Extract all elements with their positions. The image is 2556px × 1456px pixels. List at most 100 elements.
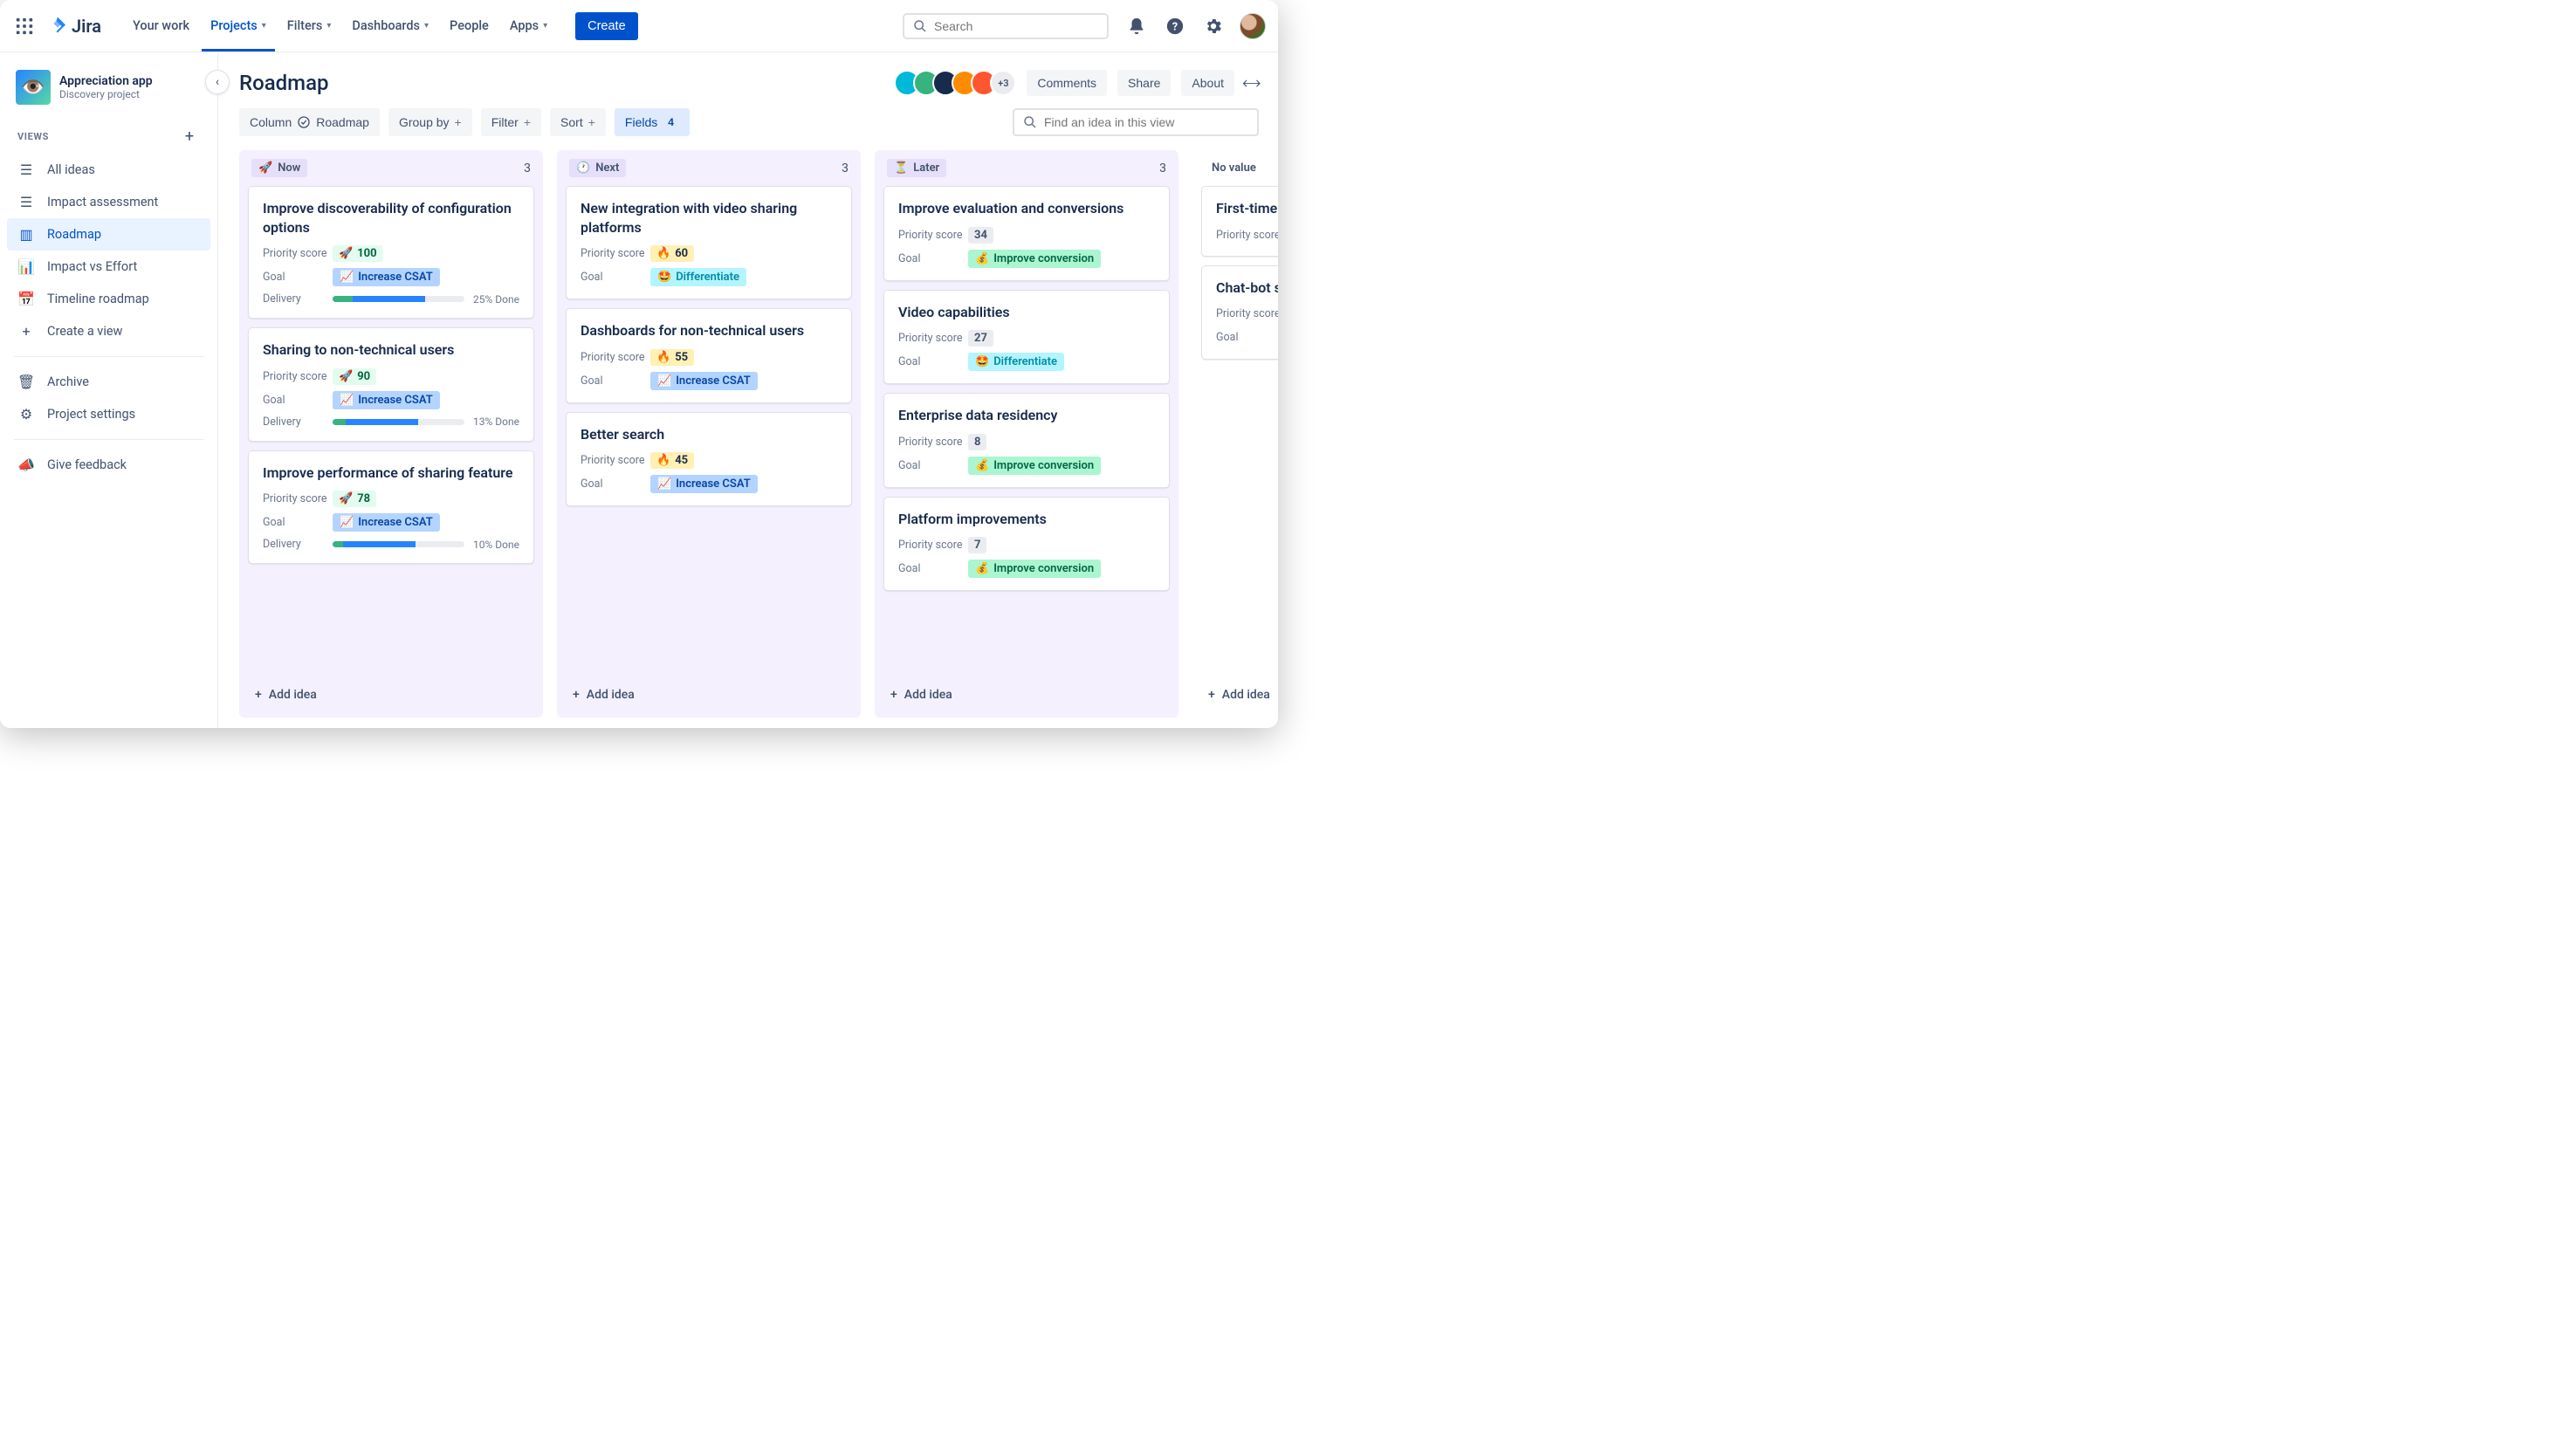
column-tag[interactable]: ⏳Later [887, 159, 946, 177]
goal-badge: 📈Increase CSAT [650, 372, 758, 390]
divider [14, 439, 203, 440]
nav-projects[interactable]: Projects▾ [202, 11, 275, 40]
sidebar: ‹ 👁️ Appreciation app Discovery project … [0, 52, 218, 728]
collaborator-avatars[interactable]: +3 [894, 70, 1016, 96]
app-switcher-icon[interactable] [12, 14, 37, 38]
brand-label: Jira [72, 16, 101, 37]
chevron-down-icon: ▾ [543, 21, 547, 31]
notifications-icon[interactable] [1124, 14, 1149, 38]
sidebar-collapse-button[interactable]: ‹ [205, 70, 230, 94]
goal-label: Goal [898, 252, 968, 265]
column-name: Next [595, 161, 619, 175]
goal-row: Goal📈Increase CSAT [581, 475, 837, 493]
sidebar-give-feedback[interactable]: 📣Give feedback [7, 449, 210, 481]
delivery-label: Delivery [263, 538, 333, 551]
column-tag[interactable]: No value [1205, 159, 1263, 177]
goal-badge: 📈Increase CSAT [333, 391, 440, 409]
user-avatar[interactable] [1240, 13, 1266, 39]
fields-button[interactable]: Fields4 [615, 108, 690, 136]
sidebar-item[interactable]: 📊Impact vs Effort [7, 251, 210, 283]
priority-row: Priority score7 [898, 537, 1155, 553]
share-button[interactable]: Share [1117, 70, 1171, 96]
priority-row: Priority score🚀90 [263, 368, 519, 385]
help-icon[interactable]: ? [1163, 14, 1187, 38]
sidebar-item[interactable]: ☰All ideas [7, 154, 210, 186]
goal-value: Increase CSAT [676, 374, 751, 388]
goal-badge: 🤩Differentiate [968, 353, 1064, 371]
idea-card[interactable]: Sharing to non-technical usersPriority s… [248, 327, 534, 442]
find-idea-search[interactable] [1013, 108, 1259, 136]
priority-label: Priority score [898, 539, 968, 552]
score-icon: 🔥 [656, 454, 670, 467]
goal-value: Increase CSAT [358, 394, 433, 407]
sidebar-archive[interactable]: 🗑Archive [7, 366, 210, 398]
comments-button[interactable]: Comments [1027, 70, 1107, 96]
nav-dashboards[interactable]: Dashboards▾ [343, 11, 437, 40]
goal-label: Goal [1216, 331, 1278, 344]
project-header[interactable]: 👁️ Appreciation app Discovery project [7, 70, 210, 122]
filter-button[interactable]: Filter+ [481, 108, 541, 136]
divider [14, 356, 203, 357]
idea-card[interactable]: Improve performance of sharing featurePr… [248, 450, 534, 565]
idea-card[interactable]: Video capabilitiesPriority score27Goal🤩D… [883, 290, 1170, 385]
nav-your-work[interactable]: Your work [124, 11, 198, 40]
idea-card[interactable]: New integration with video sharing platf… [566, 186, 852, 299]
add-idea-button[interactable]: +Add idea [557, 679, 861, 711]
add-idea-button[interactable]: +Add idea [239, 679, 543, 711]
create-button[interactable]: Create [575, 12, 638, 40]
jira-brand[interactable]: Jira [47, 16, 101, 37]
column-cards: Improve evaluation and conversionsPriori… [875, 179, 1178, 679]
column-tag[interactable]: 🚀Now [251, 159, 307, 177]
about-button[interactable]: About [1181, 70, 1234, 96]
find-idea-input[interactable] [1044, 115, 1248, 129]
column-tag[interactable]: 🕐Next [569, 159, 626, 177]
card-title: First-time ex [1216, 199, 1274, 218]
sort-button[interactable]: Sort+ [550, 108, 606, 136]
sidebar-item[interactable]: ☰Impact assessment [7, 186, 210, 218]
sidebar-project-settings[interactable]: ⚙Project settings [7, 398, 210, 430]
goal-row: Goal📈Increase CSAT [581, 372, 837, 390]
global-search[interactable] [903, 13, 1109, 39]
sidebar-item[interactable]: +Create a view [7, 315, 210, 347]
priority-score-badge: 🔥55 [650, 349, 694, 366]
settings-icon[interactable] [1201, 14, 1226, 38]
idea-card[interactable]: Improve evaluation and conversionsPriori… [883, 186, 1170, 281]
sidebar-item-label: Impact assessment [47, 195, 158, 209]
idea-card[interactable]: Improve discoverability of configuration… [248, 186, 534, 319]
score-icon: 🔥 [656, 351, 670, 364]
delivery-row: Delivery10% Done [263, 538, 519, 551]
plus-icon: + [890, 688, 897, 702]
search-input[interactable] [934, 19, 1098, 33]
more-collaborators[interactable]: +3 [990, 70, 1016, 96]
project-type: Discovery project [59, 88, 153, 100]
card-title: Platform improvements [898, 510, 1155, 529]
fullscreen-icon[interactable]: ⤢ [1240, 71, 1264, 95]
sidebar-item[interactable]: ▥Roadmap [7, 218, 210, 251]
add-idea-label: Add idea [587, 688, 635, 702]
idea-card[interactable]: Dashboards for non-technical usersPriori… [566, 308, 852, 403]
goal-label: Goal [581, 374, 650, 388]
sidebar-item[interactable]: 📅Timeline roadmap [7, 283, 210, 315]
column-field-selector[interactable]: Column Roadmap [239, 108, 380, 136]
add-idea-button[interactable]: +Add idea [875, 679, 1178, 711]
add-view-icon[interactable]: + [179, 126, 200, 147]
archive-icon: 🗑 [17, 374, 35, 390]
score-value: 78 [357, 492, 370, 505]
idea-card[interactable]: First-time exPriority score6 [1201, 186, 1278, 257]
add-idea-button[interactable]: +Add idea [1192, 679, 1278, 711]
priority-row: Priority score27 [898, 330, 1155, 347]
idea-card[interactable]: Enterprise data residencyPriority score8… [883, 393, 1170, 488]
nav-filters[interactable]: Filters▾ [278, 11, 340, 40]
score-value: 90 [357, 370, 370, 383]
nav-people[interactable]: People [441, 11, 498, 40]
goal-value: Improve conversion [993, 562, 1094, 575]
nav-apps[interactable]: Apps▾ [501, 11, 556, 40]
plus-icon: + [1208, 688, 1215, 702]
column-cards: First-time exPriority score6 Chat-bot suP… [1192, 179, 1278, 679]
priority-row: Priority score🚀100 [263, 245, 519, 262]
priority-label: Priority score [898, 332, 968, 345]
groupby-button[interactable]: Group by+ [388, 108, 472, 136]
idea-card[interactable]: Platform improvementsPriority score7Goal… [883, 497, 1170, 592]
idea-card[interactable]: Chat-bot suPriority score6Goal🤩 [1201, 265, 1278, 361]
idea-card[interactable]: Better searchPriority score🔥45Goal📈Incre… [566, 412, 852, 507]
